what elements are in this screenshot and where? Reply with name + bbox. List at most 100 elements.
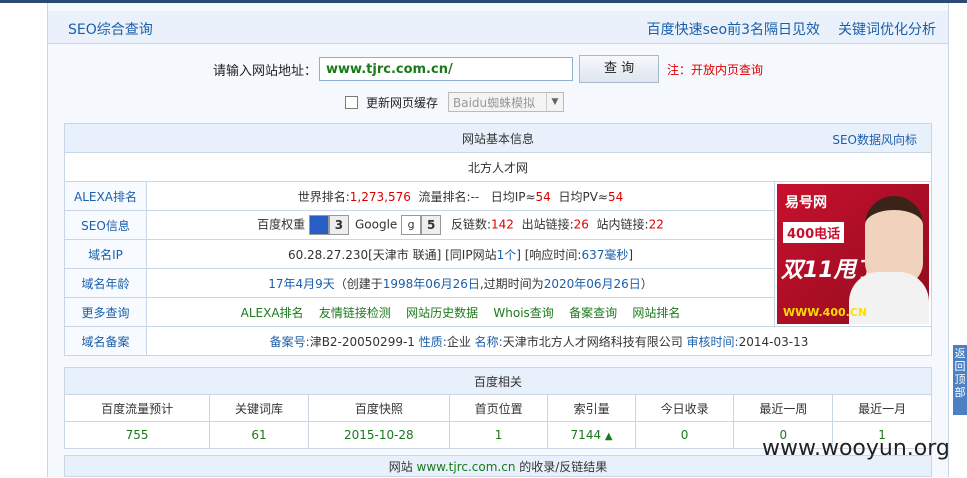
brand-link[interactable]: SEO综合查询: [68, 19, 153, 39]
basic-info-table: 网站基本信息 SEO数据风向标 北方人才网 ALEXA排名 世界排名:1,273…: [64, 123, 932, 356]
spider-select[interactable]: Baidu蜘蛛模拟 ▼: [448, 92, 565, 112]
col-header: 最近一月: [832, 394, 932, 422]
ip-value: 60.28.27.230[天津市 联通]: [287, 247, 442, 262]
google-pr-value[interactable]: 5: [421, 215, 442, 235]
daily-pv-value: 54: [607, 189, 624, 204]
icp-type: 企业: [446, 334, 471, 349]
age-values: 17年4月9天（创建于1998年06月26日,过期时间为2020年06月26日）: [146, 268, 775, 298]
header-bar: SEO综合查询 百度快速seo前3名隔日见效 关键词优化分析: [48, 11, 948, 44]
same-ip-link[interactable]: 1个: [497, 248, 517, 262]
spider-select-value: Baidu蜘蛛模拟: [453, 96, 536, 110]
snapshot-value[interactable]: 2015-10-28: [307, 421, 450, 449]
backlinks-label: 反链数:: [450, 217, 492, 232]
google-label: Google: [354, 217, 398, 232]
google-icon: g: [401, 215, 422, 235]
outbound-label: 出站链接:: [521, 217, 574, 232]
basic-info-header: 网站基本信息 SEO数据风向标: [64, 123, 932, 153]
alexa-label[interactable]: ALEXA排名: [64, 181, 147, 211]
world-rank-label: 世界排名:: [297, 189, 350, 204]
internal-label: 站内链接:: [596, 217, 649, 232]
response-prefix: [响应时间:: [524, 247, 582, 262]
query-button[interactable]: 查 询: [579, 55, 660, 83]
index-cell: 7144 ▲: [547, 421, 636, 449]
icp-no: 津B2-20050299-1: [309, 334, 415, 349]
header-links: 百度快速seo前3名隔日见效 关键词优化分析: [629, 19, 936, 39]
backlinks-value[interactable]: 142: [491, 218, 514, 232]
site-name: 北方人才网: [64, 152, 932, 182]
icp-values: 备案号:津B2-20050299-1 性质:企业 名称:天津市北方人才网络科技有…: [146, 326, 932, 356]
refresh-cache-label: 更新网页缓存: [366, 95, 439, 110]
seo-trend-link[interactable]: SEO数据风向标: [832, 131, 917, 148]
col-header: 索引量: [547, 394, 636, 422]
more-link-rank[interactable]: 网站排名: [632, 306, 680, 320]
domain-age: 17年4月9天: [268, 276, 335, 291]
icp-date-label: 审核时间:: [686, 334, 739, 349]
more-link-whois[interactable]: Whois查询: [493, 306, 553, 320]
expire-date: 2020年06月26日: [543, 276, 641, 291]
icp-date: 2014-03-13: [738, 334, 809, 349]
more-link-icp[interactable]: 备案查询: [569, 306, 617, 320]
baidu-traffic-value[interactable]: 755: [63, 421, 211, 449]
seo-values: 百度权重 🐾 3 Google g5 反链数:142 出站链接:26 站内链接:22: [146, 210, 775, 240]
ad-cell: 易号网 400电话 双11甩了 WWW.400.CN: [774, 181, 932, 327]
outbound-value[interactable]: 26: [574, 218, 589, 232]
same-ip-suffix: ]: [516, 247, 521, 262]
world-rank-value: 1,273,576: [349, 189, 411, 204]
baidu-paw-icon: 🐾: [308, 215, 329, 235]
more-link-friend[interactable]: 友情链接检测: [319, 306, 391, 320]
traffic-rank-label: 流量排名:: [418, 189, 471, 204]
daily-pv-label: 日均PV≈: [558, 189, 608, 204]
col-header: 百度流量预计: [63, 394, 211, 422]
icp-label[interactable]: 域名备案: [64, 326, 147, 356]
response-suffix: ]: [628, 247, 634, 262]
index-value[interactable]: 7144: [571, 428, 602, 442]
baidu-weight-value[interactable]: 3: [328, 215, 349, 235]
ad-phone: 400电话: [783, 222, 845, 243]
keyword-analysis-link[interactable]: 关键词优化分析: [838, 22, 936, 38]
watermark: www.wooyun.org: [762, 436, 950, 461]
same-ip-prefix: [同IP网站: [445, 247, 497, 262]
col-header: 百度快照: [307, 394, 450, 422]
col-header: 关键词库: [209, 394, 309, 422]
url-input[interactable]: www.tjrc.com.cn/: [319, 57, 574, 81]
col-header: 最近一周: [733, 394, 834, 422]
age-suffix: ）: [640, 276, 653, 291]
more-link-alexa[interactable]: ALEXA排名: [241, 306, 304, 320]
col-header: 首页位置: [448, 394, 549, 422]
icp-type-label: 性质:: [418, 334, 447, 349]
response-time: 637毫秒: [581, 247, 629, 262]
col-header: 今日收录: [634, 394, 735, 422]
seo-label[interactable]: SEO信息: [64, 210, 147, 240]
daily-ip-label: 日均IP≈: [490, 189, 536, 204]
refresh-cache-checkbox[interactable]: [345, 95, 358, 109]
internal-value[interactable]: 22: [649, 218, 664, 232]
arrow-up-icon: ▲: [604, 431, 613, 442]
icp-no-label: 备案号:: [269, 334, 310, 349]
query-row: 请输入网站地址： www.tjrc.com.cn/ 查 询 注：开放内页查询: [213, 55, 763, 83]
ip-label[interactable]: 域名IP: [64, 239, 147, 269]
promo-link[interactable]: 百度快速seo前3名隔日见效: [647, 22, 820, 38]
traffic-rank-value: --: [470, 189, 480, 204]
baidu-header: 百度相关: [64, 367, 932, 395]
more-link-history[interactable]: 网站历史数据: [406, 306, 478, 320]
main-panel: SEO综合查询 百度快速seo前3名隔日见效 关键词优化分析 请输入网站地址： w…: [47, 3, 949, 477]
ad-url: WWW.400.CN: [783, 306, 868, 319]
url-label: 请输入网站地址：: [213, 63, 318, 79]
expire-prefix: ,过期时间为: [479, 276, 544, 291]
alexa-values: 世界排名:1,273,576 流量排名:-- 日均IP≈54 日均PV≈54: [146, 181, 775, 211]
back-to-top-tab[interactable]: 返回顶部: [953, 345, 967, 415]
created-prefix: （创建于: [334, 276, 383, 291]
more-label: 更多查询: [64, 297, 147, 327]
daily-ip-value: 54: [535, 189, 551, 204]
more-links: ALEXA排名 友情链接检测 网站历史数据 Whois查询 备案查询 网站排名: [146, 297, 775, 327]
home-position-value[interactable]: 1: [448, 421, 549, 449]
basic-info-title: 网站基本信息: [461, 131, 534, 146]
ad-banner[interactable]: 易号网 400电话 双11甩了 WWW.400.CN: [777, 184, 929, 324]
keyword-count-value[interactable]: 61: [209, 421, 309, 449]
footer-site[interactable]: www.tjrc.com.cn: [417, 460, 516, 474]
ad-brand: 易号网: [785, 195, 827, 211]
baidu-weight-label: 百度权重: [257, 217, 306, 232]
created-date: 1998年06月26日: [382, 276, 480, 291]
today-index-value[interactable]: 0: [634, 421, 735, 449]
age-label[interactable]: 域名年龄: [64, 268, 147, 298]
